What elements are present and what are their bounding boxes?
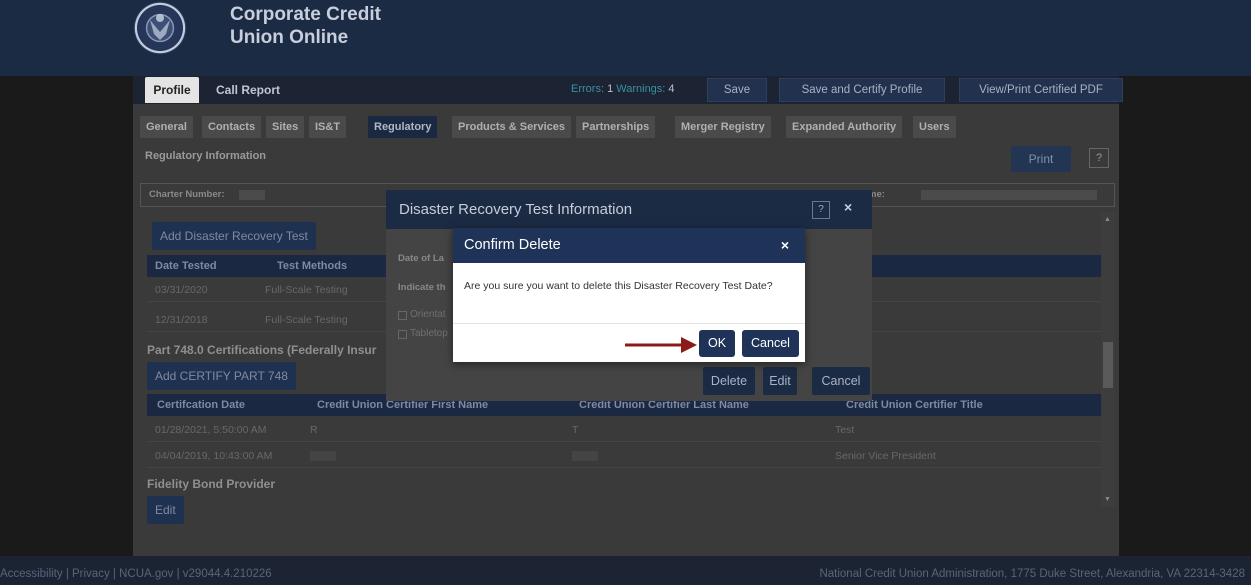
add-disaster-recovery-test-button[interactable]: Add Disaster Recovery Test [152,222,316,250]
errors-count: 1 [607,83,614,95]
footer-address: National Credit Union Administration, 17… [819,568,1245,580]
confirm-message: Are you sure you want to delete this Dis… [464,280,773,292]
warnings-label: Warnings: [616,83,666,95]
tab-call-report[interactable]: Call Report [216,77,296,103]
arrow-icon [625,337,697,353]
fidelity-edit-button[interactable]: Edit [147,496,184,524]
name-redacted [921,190,1097,200]
part748-heading: Part 748.0 Certifications (Federally Ins… [147,343,377,357]
right-margin [1119,76,1251,556]
first-name-redacted [310,451,336,461]
tab-general[interactable]: General [140,116,193,138]
row-method: Full-Scale Testing [265,314,348,326]
close-icon[interactable]: × [781,228,789,263]
tab-sites[interactable]: Sites [266,116,305,138]
scroll-down-icon[interactable]: ▼ [1104,496,1111,503]
confirm-cancel-button[interactable]: Cancel [742,330,799,357]
column-date-tested: Date Tested [155,260,217,272]
dr-modal-header: Disaster Recovery Test Information [386,190,872,229]
validation-status[interactable]: Errors: 1 Warnings: 4 [571,83,675,95]
row-date: 01/28/2021, 5:50:00 AM [155,424,267,436]
tabletop-label: Tabletop [410,328,448,339]
tab-ist[interactable]: IS&T [309,116,347,138]
footer-links[interactable]: Accessibility | Privacy | NCUA.gov | v29… [0,564,272,585]
dr-indicate-label: Indicate th [398,282,446,293]
vertical-scrollbar[interactable]: ▲ ▼ [1101,212,1115,507]
help-button[interactable]: ? [1089,148,1109,168]
cancel-button[interactable]: Cancel [812,367,870,395]
delete-button[interactable]: Delete [703,367,755,395]
warnings-count: 4 [668,83,675,95]
row-first-name: R [310,424,318,436]
tab-merger-registry[interactable]: Merger Registry [675,116,771,138]
table-row[interactable]: 04/04/2019, 10:43:00 AM Senior Vice Pres… [147,444,1102,468]
tabletop-checkbox[interactable] [398,330,407,339]
ncua-seal-logo [134,2,186,54]
fidelity-bond-heading: Fidelity Bond Provider [147,477,276,491]
edit-button[interactable]: Edit [763,367,797,395]
scroll-up-icon[interactable]: ▲ [1104,216,1111,223]
table-row[interactable]: 01/28/2021, 5:50:00 AM R T Test [147,418,1102,442]
tab-expanded-authority[interactable]: Expanded Authority [786,116,903,138]
help-icon[interactable]: ? [812,201,830,219]
orientation-checkbox[interactable] [398,311,407,320]
ok-button[interactable]: OK [699,330,735,357]
row-date: 03/31/2020 [155,284,208,296]
tab-contacts[interactable]: Contacts [202,116,262,138]
row-date: 12/31/2018 [155,314,208,326]
tab-partnerships[interactable]: Partnerships [576,116,656,138]
print-button[interactable]: Print [1011,146,1071,172]
dr-modal-title: Disaster Recovery Test Information [399,201,633,218]
section-title: Regulatory Information [145,150,267,162]
column-test-methods: Test Methods [277,260,348,272]
dr-date-label: Date of La [398,253,444,264]
row-title: Test [835,424,855,436]
app-title: Corporate Credit Union Online [230,4,381,48]
divider [453,323,805,324]
tab-regulatory[interactable]: Regulatory [368,116,438,138]
close-icon[interactable]: × [844,199,852,215]
row-title: Senior Vice President [835,450,936,462]
confirm-modal-title: Confirm Delete [464,237,561,253]
column-certification-date: Certifcation Date [157,399,246,411]
orientation-label: Orientat [410,309,446,320]
row-method: Full-Scale Testing [265,284,348,296]
app-header: Corporate Credit Union Online [0,0,1251,76]
save-button[interactable]: Save [707,78,767,102]
left-margin [0,76,133,556]
tab-products-services[interactable]: Products & Services [452,116,571,138]
add-certify-part748-button[interactable]: Add CERTIFY PART 748 [147,362,296,390]
charter-number-label: Charter Number: [149,189,225,200]
charter-number-redacted [239,190,265,200]
errors-label: Errors: [571,83,604,95]
view-print-pdf-button[interactable]: View/Print Certified PDF [959,78,1123,102]
footer: Accessibility | Privacy | NCUA.gov | v29… [0,564,1251,585]
tab-users[interactable]: Users [913,116,956,138]
confirm-modal-header: Confirm Delete [453,228,805,263]
save-certify-profile-button[interactable]: Save and Certify Profile [779,78,945,102]
last-name-redacted [572,451,598,461]
row-last-name: T [572,424,579,436]
row-date: 04/04/2019, 10:43:00 AM [155,450,273,462]
tab-profile[interactable]: Profile [145,77,199,103]
top-tab-bar: Profile Call Report Errors: 1 Warnings: … [133,73,1123,104]
scrollbar-thumb[interactable] [1103,342,1113,388]
